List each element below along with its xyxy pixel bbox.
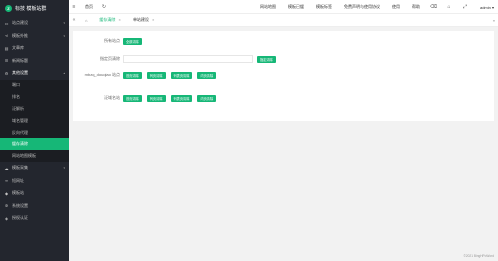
sidebar-subitem-cache-clear[interactable]: 缓存清除: [0, 138, 69, 151]
sidebar-item-label: 短网址: [12, 177, 24, 183]
clear-inner-button[interactable]: 内页清除: [197, 72, 217, 79]
sidebar-subitem-sitemap[interactable]: 网站地图模板: [0, 150, 69, 162]
sidebar-item-label: 文章库: [12, 45, 24, 51]
logo-icon: Z: [5, 5, 12, 12]
clear-column-button[interactable]: 列页清除: [146, 72, 166, 79]
bookmark-icon: ◆: [4, 190, 9, 196]
clear-home-button[interactable]: 首页清除: [123, 95, 142, 102]
close-icon[interactable]: ✕: [118, 18, 121, 22]
row-label: mbzq_douqiao 站点: [84, 72, 120, 78]
lock-icon[interactable]: ⌂: [446, 4, 452, 10]
row-mbzq-site: mbzq_douqiao 站点 首页清除 列页清除 列表页清除 内页清除: [73, 72, 494, 79]
logo[interactable]: Z 标技 模板站群: [0, 0, 69, 17]
tab-scroll-right-icon[interactable]: »: [493, 18, 495, 23]
sidebar-item-template-push[interactable]: ⋖ 模板外推 ▾: [0, 30, 69, 43]
sidebar-item-news-title[interactable]: ☰ 新闻标题: [0, 55, 69, 68]
sidebar-item-system-settings[interactable]: ✲ 系统设置: [0, 200, 69, 213]
tab-scroll-left-icon[interactable]: «: [69, 17, 79, 23]
user-menu[interactable]: admin ▾: [480, 5, 494, 10]
nav-sitemap[interactable]: 网站地图: [260, 4, 276, 10]
copyright-footer: ©2021 BingHPoWord: [463, 254, 494, 258]
refresh-icon[interactable]: ↻: [99, 4, 109, 10]
chevron-down-icon: ▾: [63, 33, 65, 38]
sidebar-item-label: 站点建设: [12, 20, 28, 26]
top-header: ≡ 首页 ↻ 网站地图 模板已缓 模板标签 免费声明与使用协议 使用 帮助 ⌫ …: [69, 0, 498, 14]
sidebar-menu: ▭ 站点建设 ▾ ⋖ 模板外推 ▾ ▤ 文章库 ☰ 新闻标题 ⚙ 其他设置 ▴ …: [0, 17, 69, 225]
sidebar-item-label: 新闻标题: [12, 57, 28, 63]
row-all-sites: 所有站点 全部清除: [73, 38, 494, 45]
tab-single-site[interactable]: 单站建设 ✕: [127, 14, 161, 27]
link-icon: ∞: [5, 178, 8, 184]
home-link[interactable]: 首页: [85, 4, 93, 10]
sidebar-subitem-ranking[interactable]: 排名: [0, 91, 69, 103]
close-icon[interactable]: ✕: [152, 18, 155, 22]
settings-icon: ⚙: [4, 70, 9, 76]
sidebar: Z 标技 模板站群 ▭ 站点建设 ▾ ⋖ 模板外推 ▾ ▤ 文章库 ☰ 新闻标题…: [0, 0, 69, 261]
home-icon: ⌂: [85, 17, 88, 23]
sidebar-item-label: 授权认证: [12, 215, 28, 221]
chevron-down-icon: ▾: [63, 166, 65, 171]
tab-bar: « ⌂ 缓存清除 ✕ 单站建设 ✕ »: [69, 14, 498, 27]
tab-label: 缓存清除: [99, 17, 116, 22]
logo-text: 标技 模板站群: [15, 6, 47, 12]
url-input[interactable]: [123, 55, 253, 63]
clear-list-button[interactable]: 列表页清除: [170, 95, 193, 102]
nav-usage[interactable]: 使用: [392, 4, 400, 10]
chevron-up-icon: ▴: [63, 71, 65, 76]
tab-label: 单站建设: [132, 17, 149, 22]
row-label: 泛域名站: [104, 95, 120, 101]
nav-template-tags[interactable]: 模板标签: [316, 4, 332, 10]
sidebar-subitem-port[interactable]: 端口: [0, 80, 69, 92]
sidebar-item-label: 模板站: [12, 190, 24, 196]
nav-help[interactable]: 帮助: [412, 4, 420, 10]
cloud-icon: ☁: [4, 165, 9, 171]
sidebar-subitem-domain[interactable]: 域名管理: [0, 115, 69, 127]
clear-column-button[interactable]: 列页清除: [146, 95, 166, 102]
book-icon: ▤: [4, 45, 9, 51]
row-label: 指定页清除: [100, 55, 120, 61]
monitor-icon: ▭: [4, 20, 9, 26]
fullscreen-icon[interactable]: ⤢: [462, 4, 468, 10]
sidebar-item-license[interactable]: ◈ 授权认证: [0, 212, 69, 225]
sidebar-item-label: 其他设置: [12, 70, 28, 76]
sidebar-item-site-build[interactable]: ▭ 站点建设 ▾: [0, 17, 69, 30]
sidebar-item-label: 系统设置: [12, 202, 28, 208]
menu-toggle-icon[interactable]: ≡: [69, 4, 79, 10]
clear-all-button[interactable]: 全部清除: [123, 38, 142, 45]
sidebar-item-template-collect[interactable]: ☁ 模板采集 ▾: [0, 162, 69, 175]
gear-icon: ✲: [4, 203, 9, 209]
tab-cache-clear[interactable]: 缓存清除 ✕: [93, 14, 127, 27]
clear-home-button[interactable]: 首页清除: [123, 72, 142, 79]
shield-icon: ◈: [4, 215, 9, 221]
sidebar-submenu: 端口 排名 泛解析 域名管理 反向代理 缓存清除 网站地图模板: [0, 79, 69, 163]
clear-inner-button[interactable]: 内页清除: [197, 95, 217, 102]
sidebar-subitem-wildcard[interactable]: 泛解析: [0, 103, 69, 115]
row-label: 所有站点: [104, 38, 120, 44]
sidebar-item-label: 模板外推: [12, 32, 28, 38]
clear-icon[interactable]: ⌫: [430, 4, 437, 10]
nav-template-cached[interactable]: 模板已缓: [288, 4, 304, 10]
row-wildcard-site: 泛域名站 首页清除 列页清除 列表页清除 内页清除: [73, 95, 494, 102]
clear-specific-button[interactable]: 指定清除: [257, 55, 276, 63]
sidebar-item-other-settings[interactable]: ⚙ 其他设置 ▴: [0, 67, 69, 80]
share-icon: ⋖: [4, 33, 9, 39]
clear-list-button[interactable]: 列表页清除: [170, 72, 193, 79]
cache-clear-panel: 所有站点 全部清除 指定页清除 指定清除 mbzq_douqiao 站点 首页清…: [73, 31, 494, 121]
sidebar-item-short-url[interactable]: ∞ 短网址: [0, 175, 69, 188]
sidebar-item-article-lib[interactable]: ▤ 文章库: [0, 42, 69, 55]
tab-home[interactable]: ⌂: [79, 14, 93, 27]
list-icon: ☰: [4, 58, 9, 64]
row-specific-page: 指定页清除 指定清除: [73, 55, 494, 63]
sidebar-subitem-proxy[interactable]: 反向代理: [0, 127, 69, 139]
sidebar-item-template-site[interactable]: ◆ 模板站: [0, 187, 69, 200]
nav-disclaimer[interactable]: 免费声明与使用协议: [344, 4, 380, 10]
chevron-down-icon: ▾: [63, 21, 65, 26]
sidebar-item-label: 模板采集: [12, 165, 28, 171]
